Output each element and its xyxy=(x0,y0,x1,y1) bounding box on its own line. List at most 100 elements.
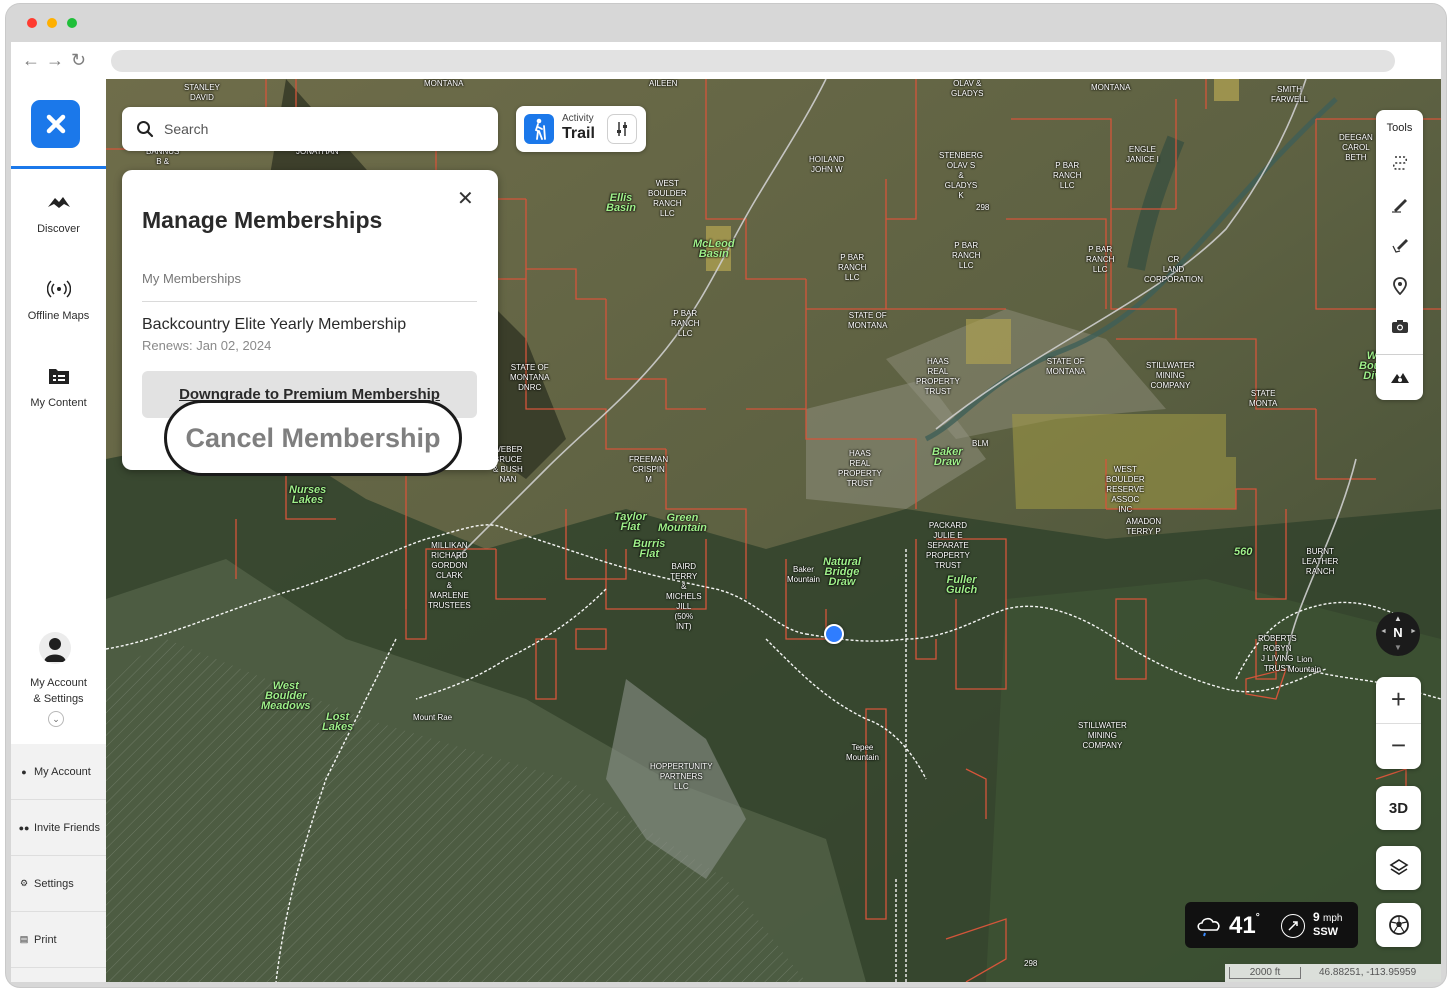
menu-item-my-account[interactable]: ● My Account xyxy=(11,744,106,800)
zoom-in-button[interactable]: + xyxy=(1376,677,1421,723)
map-label: 560 xyxy=(1234,546,1253,558)
map-label: Baker Mountain xyxy=(787,565,820,584)
map-label: STATE OF MONTANA DNRC xyxy=(510,363,550,392)
terrain-mode-icon[interactable] xyxy=(1387,365,1412,390)
tools-label: Tools xyxy=(1386,122,1413,134)
offline-maps-icon xyxy=(11,276,106,302)
map-label: AMADON TERRY P xyxy=(1126,517,1162,536)
map-label: Natural Bridge Draw xyxy=(823,556,861,588)
minimize-window-button[interactable] xyxy=(47,18,57,28)
layers-icon xyxy=(1388,859,1409,875)
map-label: HAAS REAL PROPERTY TRUST xyxy=(838,449,882,488)
compass-button[interactable]: ▲ N ◄ ► ▼ xyxy=(1376,612,1420,656)
map-label: FREEMAN CRISPIN M xyxy=(629,455,669,484)
menu-item-label: Settings xyxy=(34,877,74,890)
map-label: P BAR RANCH LLC xyxy=(1086,245,1115,274)
map-label: Mount Rae xyxy=(413,713,453,722)
map-label: Lion Mountain xyxy=(1288,655,1321,674)
app-logo[interactable] xyxy=(31,100,80,148)
renewal-date: Renews: Jan 02, 2024 xyxy=(142,338,272,353)
browser-window: ← → ↻ Discover Offline Maps My Content M… xyxy=(6,4,1446,987)
menu-item-label: Print xyxy=(34,933,57,946)
map-label: BURNT LEATHER RANCH xyxy=(1302,547,1339,576)
menu-item-print[interactable]: ▤ Print xyxy=(11,912,106,968)
close-icon[interactable]: ✕ xyxy=(457,186,474,211)
sidebar-item-offline-maps[interactable]: Offline Maps xyxy=(11,276,106,322)
current-location-icon xyxy=(824,624,844,644)
menu-item-settings[interactable]: ⚙ Settings xyxy=(11,856,106,912)
camera-icon[interactable] xyxy=(1387,314,1412,339)
compass-east-tick: ► xyxy=(1410,628,1417,635)
search-bar[interactable] xyxy=(122,107,498,151)
sidebar: Discover Offline Maps My Content My Acco… xyxy=(11,79,106,982)
map-label: Lost Lakes xyxy=(322,711,354,733)
map-label: P BAR RANCH LLC xyxy=(671,309,700,338)
scale-label: 2000 ft xyxy=(1229,967,1301,979)
map-label: MILLIKAN RICHARD GORDON CLARK & MARLENE … xyxy=(428,541,471,610)
sidebar-item-label: My Content xyxy=(30,397,87,409)
chevron-down-icon[interactable]: ⌄ xyxy=(48,711,64,727)
map-label: HOILAND JOHN W xyxy=(809,155,845,174)
map-label: MONTANA xyxy=(1091,83,1131,92)
map-label: Taylor Flat xyxy=(614,511,647,533)
layers-button[interactable] xyxy=(1376,846,1421,890)
map-label: 298 xyxy=(1024,959,1038,968)
compass-down-icon: ▼ xyxy=(1394,643,1402,652)
maximize-window-button[interactable] xyxy=(67,18,77,28)
map-label: 298 xyxy=(976,203,990,212)
map-label: BAIRD TERRY & MICHELS JILL (50% INT) xyxy=(666,562,702,631)
section-heading: My Memberships xyxy=(142,271,241,286)
menu-item-invite-friends[interactable]: ●● Invite Friends xyxy=(11,800,106,856)
route-tool-icon[interactable] xyxy=(1387,150,1412,175)
soccer-ball-icon xyxy=(1388,915,1409,935)
wind-direction: SSW xyxy=(1313,926,1339,938)
wind-speed: 9 mph xyxy=(1313,910,1342,924)
reload-icon[interactable]: ↻ xyxy=(71,51,86,69)
divider xyxy=(142,301,477,302)
account-label-line2: & Settings xyxy=(33,693,84,705)
map-label: P BAR RANCH LLC xyxy=(838,253,867,282)
forward-arrow-icon[interactable]: → xyxy=(46,51,64,69)
avatar[interactable] xyxy=(39,632,71,664)
browser-toolbar: ← → ↻ xyxy=(11,42,1441,79)
zoom-out-button[interactable]: − xyxy=(1376,723,1421,769)
activity-selector[interactable]: Activity Trail xyxy=(516,106,646,152)
account-settings-label[interactable]: My Account & Settings xyxy=(11,675,106,707)
map-label: P BAR RANCH LLC xyxy=(952,241,981,270)
people-icon: ●● xyxy=(18,822,30,833)
weather-widget[interactable]: 41° 9 mph SSW xyxy=(1185,902,1358,948)
draw-shape-icon[interactable] xyxy=(1387,232,1412,257)
sidebar-item-label: Discover xyxy=(37,223,80,235)
map-label: STILLWATER MINING COMPANY xyxy=(1078,721,1127,750)
map-label: STATE OF MONTANA xyxy=(1046,357,1086,376)
sidebar-item-my-content[interactable]: My Content xyxy=(11,363,106,409)
sidebar-item-discover[interactable]: Discover xyxy=(11,189,106,235)
map-label: CR LAND CORPORATION xyxy=(1144,255,1203,284)
waypoint-pin-icon[interactable] xyxy=(1387,273,1412,298)
printer-icon: ▤ xyxy=(19,934,29,944)
map-label: Burris Flat xyxy=(633,538,666,560)
back-arrow-icon[interactable]: ← xyxy=(22,51,40,69)
map-label: ENGLE JANICE I xyxy=(1126,145,1159,164)
title-bar xyxy=(6,4,1446,42)
sliders-icon xyxy=(617,122,627,136)
map-canvas[interactable]: STANLEY DAVID MONTANA AILEEN OLAV & GLADYS M… xyxy=(106,79,1441,982)
search-input[interactable] xyxy=(164,115,484,143)
map-label: STILLWATER MINING COMPANY xyxy=(1146,361,1195,390)
rain-cloud-icon xyxy=(1197,917,1220,937)
3d-toggle-button[interactable]: 3D xyxy=(1376,786,1421,830)
draw-line-icon[interactable] xyxy=(1387,191,1412,216)
wind-direction-icon xyxy=(1281,914,1305,938)
compass-west-tick: ◄ xyxy=(1380,628,1387,635)
address-bar[interactable] xyxy=(111,50,1395,72)
map-options-button[interactable] xyxy=(1376,903,1421,947)
map-label: DEEGAN CAROL BETH xyxy=(1339,133,1373,162)
cursor-coordinates: 46.88251, -113.95959 xyxy=(1319,967,1417,978)
close-window-button[interactable] xyxy=(27,18,37,28)
map-label: STANLEY DAVID xyxy=(184,83,220,102)
person-icon: ● xyxy=(21,766,27,777)
cancel-membership-button[interactable]: Cancel Membership xyxy=(164,400,462,476)
activity-caption: Activity xyxy=(562,113,594,124)
filter-settings-button[interactable] xyxy=(607,114,637,144)
search-icon xyxy=(137,121,154,138)
